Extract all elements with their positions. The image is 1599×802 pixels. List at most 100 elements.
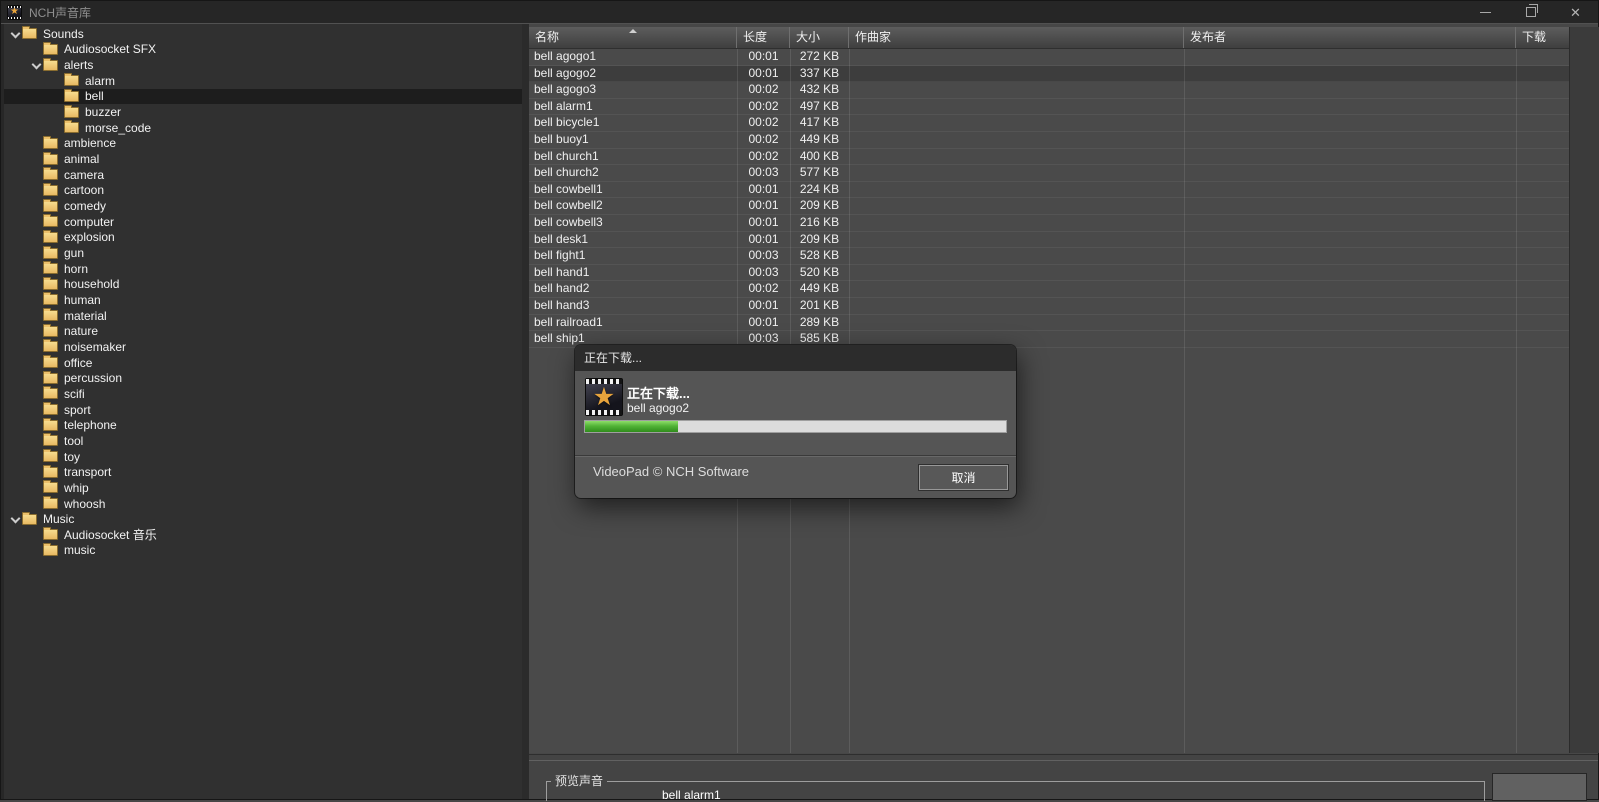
cell-composer <box>849 298 1184 314</box>
table-row[interactable]: bell alarm1 00:02 497 KB <box>529 99 1569 116</box>
panel-divider[interactable] <box>522 24 529 799</box>
column-header[interactable]: 名称 <box>529 27 737 48</box>
column-header-label: 发布者 <box>1190 30 1227 44</box>
minimize-button[interactable] <box>1463 1 1508 23</box>
column-header[interactable]: 下载 <box>1516 27 1569 48</box>
tree-item[interactable]: Audiosocket 音乐 <box>4 527 522 543</box>
app-window: ★ NCH声音库 ✕ Sounds Audiosocket SFX alerts al… <box>0 0 1599 802</box>
cell-download <box>1516 198 1569 214</box>
tree-item-label: transport <box>64 465 112 480</box>
table-row[interactable]: bell fight1 00:03 528 KB <box>529 248 1569 265</box>
table-row[interactable]: bell agogo2 00:01 337 KB <box>529 65 1569 83</box>
tree-item[interactable]: sport <box>4 402 522 418</box>
cell-composer <box>849 99 1184 115</box>
tree-item[interactable]: nature <box>4 323 522 339</box>
tree-item[interactable]: music <box>4 542 522 559</box>
tree-item[interactable]: bell <box>4 88 522 105</box>
tree-item[interactable]: percussion <box>4 370 522 386</box>
table-row[interactable]: bell hand1 00:03 520 KB <box>529 265 1569 282</box>
table-row[interactable]: bell agogo1 00:01 272 KB <box>529 49 1569 66</box>
tree-item[interactable]: office <box>4 355 522 371</box>
vertical-scrollbar[interactable] <box>1569 27 1599 753</box>
cancel-button[interactable]: 取消 <box>918 464 1009 491</box>
chevron-down-icon[interactable] <box>29 58 43 72</box>
tree-item[interactable]: tool <box>4 433 522 449</box>
cell-length: 00:01 <box>748 231 779 246</box>
column-header[interactable]: 作曲家 <box>849 27 1184 48</box>
cell-download <box>1516 149 1569 165</box>
tree-item[interactable]: Music <box>4 511 522 527</box>
table-row[interactable]: bell railroad1 00:01 289 KB <box>529 315 1569 332</box>
table-row[interactable]: bell hand3 00:01 201 KB <box>529 298 1569 315</box>
tree-item-label: Sounds <box>43 26 84 41</box>
cell-composer <box>849 281 1184 297</box>
tree-item[interactable]: horn <box>4 261 522 277</box>
folder-icon <box>43 292 58 306</box>
folder-icon <box>43 527 58 541</box>
chevron-down-icon[interactable] <box>8 27 22 41</box>
tree-item[interactable]: ambience <box>4 135 522 152</box>
tree-item-label: scifi <box>64 386 85 401</box>
tree-item-label: office <box>64 355 93 370</box>
table-row[interactable]: bell desk1 00:01 209 KB <box>529 232 1569 249</box>
tree-item[interactable]: buzzer <box>4 104 522 120</box>
folder-icon <box>64 120 79 134</box>
cell-download <box>1516 165 1569 181</box>
tree-item[interactable]: whoosh <box>4 496 522 512</box>
tree-item[interactable]: material <box>4 308 522 324</box>
cell-publisher <box>1184 132 1516 148</box>
folder-icon <box>43 386 58 400</box>
tree-item[interactable]: Audiosocket SFX <box>4 41 522 58</box>
cell-name: bell agogo1 <box>534 49 597 63</box>
table-row[interactable]: bell cowbell3 00:01 216 KB <box>529 215 1569 232</box>
tree-item-label: alarm <box>85 73 116 88</box>
tree-item[interactable]: morse_code <box>4 120 522 136</box>
tree-item[interactable]: whip <box>4 480 522 496</box>
table-row[interactable]: bell cowbell2 00:01 209 KB <box>529 198 1569 215</box>
folder-icon <box>43 245 58 259</box>
close-button[interactable]: ✕ <box>1553 1 1598 23</box>
tree-item[interactable]: transport <box>4 464 522 480</box>
tree-item[interactable]: scifi <box>4 386 522 402</box>
table-row[interactable]: bell buoy1 00:02 449 KB <box>529 132 1569 149</box>
table-row[interactable]: bell agogo3 00:02 432 KB <box>529 82 1569 99</box>
tree-item[interactable]: camera <box>4 167 522 183</box>
table-row[interactable]: bell cowbell1 00:01 224 KB <box>529 182 1569 199</box>
folder-icon <box>43 417 58 431</box>
cell-download <box>1516 99 1569 115</box>
tree-item[interactable]: cartoon <box>4 182 522 199</box>
tree-item[interactable]: alerts <box>4 57 522 73</box>
tree-item[interactable]: Sounds <box>4 26 522 42</box>
tree-item[interactable]: comedy <box>4 198 522 214</box>
cell-name: bell cowbell1 <box>534 181 603 196</box>
table-row[interactable]: bell church1 00:02 400 KB <box>529 149 1569 166</box>
table-row[interactable]: bell hand2 00:02 449 KB <box>529 281 1569 298</box>
tree-item[interactable]: alarm <box>4 73 522 89</box>
column-header[interactable]: 长度 <box>737 27 790 48</box>
cell-download <box>1516 115 1569 131</box>
cell-name: bell buoy1 <box>534 131 589 146</box>
tree-item-label: household <box>64 277 120 292</box>
cell-download <box>1516 298 1569 314</box>
tree-item[interactable]: human <box>4 292 522 308</box>
dialog-title-bar[interactable]: 正在下载... <box>575 345 1016 371</box>
column-header[interactable]: 大小 <box>790 27 849 48</box>
cell-size: 337 KB <box>799 65 840 80</box>
tree-item[interactable]: computer <box>4 214 522 230</box>
table-rows: bell agogo1 00:01 272 KB bell agogo2 00:01 33… <box>529 49 1569 348</box>
tree-item[interactable]: noisemaker <box>4 339 522 355</box>
preview-action-button[interactable] <box>1492 773 1587 801</box>
tree-item[interactable]: toy <box>4 449 522 465</box>
table-row[interactable]: bell church2 00:03 577 KB <box>529 165 1569 182</box>
restore-button[interactable] <box>1508 1 1553 23</box>
tree-item[interactable]: explosion <box>4 229 522 246</box>
folder-icon <box>43 339 58 353</box>
tree-item[interactable]: gun <box>4 245 522 261</box>
table-row[interactable]: bell bicycle1 00:02 417 KB <box>529 115 1569 132</box>
tree-item[interactable]: household <box>4 276 522 293</box>
chevron-down-icon[interactable] <box>8 512 22 526</box>
preview-divider <box>529 760 1598 761</box>
tree-item[interactable]: animal <box>4 151 522 167</box>
column-header[interactable]: 发布者 <box>1184 27 1516 48</box>
tree-item[interactable]: telephone <box>4 417 522 433</box>
